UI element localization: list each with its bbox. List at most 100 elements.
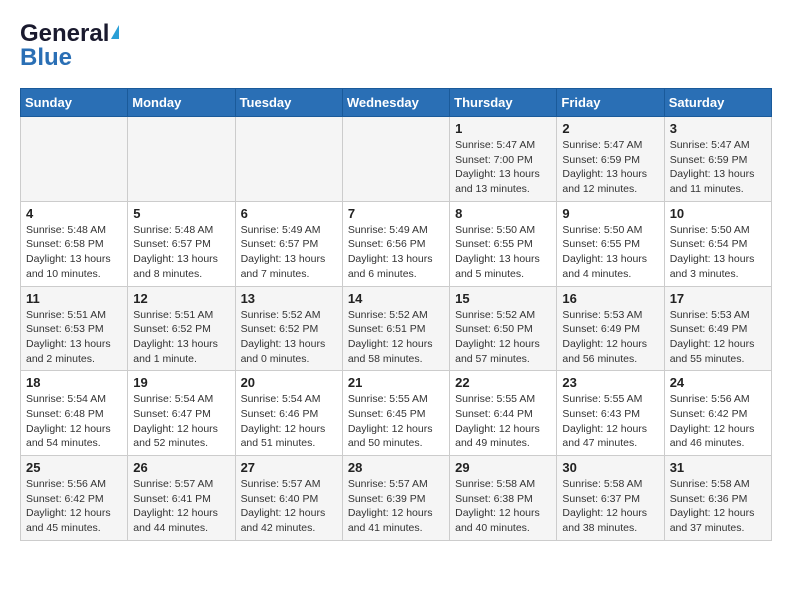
day-number: 10 [670,206,766,221]
day-info: Sunrise: 5:51 AM Sunset: 6:52 PM Dayligh… [133,308,229,367]
calendar-week-row: 11 Sunrise: 5:51 AM Sunset: 6:53 PM Dayli… [21,286,772,371]
day-number: 22 [455,375,551,390]
day-info: Sunrise: 5:47 AM Sunset: 6:59 PM Dayligh… [670,138,766,197]
day-info: Sunrise: 5:57 AM Sunset: 6:40 PM Dayligh… [241,477,337,536]
day-info: Sunrise: 5:47 AM Sunset: 7:00 PM Dayligh… [455,138,551,197]
day-info: Sunrise: 5:54 AM Sunset: 6:47 PM Dayligh… [133,392,229,451]
day-number: 31 [670,460,766,475]
day-number: 13 [241,291,337,306]
weekday-header: Monday [128,89,235,117]
day-number: 18 [26,375,122,390]
day-info: Sunrise: 5:49 AM Sunset: 6:57 PM Dayligh… [241,223,337,282]
day-number: 27 [241,460,337,475]
calendar-cell [21,117,128,202]
calendar-cell [128,117,235,202]
calendar-cell: 16Sunrise: 5:53 AM Sunset: 6:49 PM Dayli… [557,286,664,371]
calendar-cell: 18 Sunrise: 5:54 AM Sunset: 6:48 PM Dayli… [21,371,128,456]
day-number: 11 [26,291,122,306]
calendar-week-row: 18 Sunrise: 5:54 AM Sunset: 6:48 PM Dayli… [21,371,772,456]
calendar-cell: 2 Sunrise: 5:47 AM Sunset: 6:59 PM Daylig… [557,117,664,202]
day-info: Sunrise: 5:57 AM Sunset: 6:41 PM Dayligh… [133,477,229,536]
day-info: Sunrise: 5:54 AM Sunset: 6:48 PM Dayligh… [26,392,122,451]
day-info: Sunrise: 5:58 AM Sunset: 6:38 PM Dayligh… [455,477,551,536]
logo: General Blue [20,20,119,72]
calendar-cell: 5 Sunrise: 5:48 AM Sunset: 6:57 PM Daylig… [128,201,235,286]
day-number: 14 [348,291,444,306]
calendar-cell [342,117,449,202]
calendar-cell: 7 Sunrise: 5:49 AM Sunset: 6:56 PM Daylig… [342,201,449,286]
calendar-cell: 27 Sunrise: 5:57 AM Sunset: 6:40 PM Dayli… [235,456,342,541]
calendar-table: SundayMondayTuesdayWednesdayThursdayFrid… [20,88,772,541]
calendar-cell: 28 Sunrise: 5:57 AM Sunset: 6:39 PM Dayli… [342,456,449,541]
day-number: 28 [348,460,444,475]
day-number: 4 [26,206,122,221]
day-number: 3 [670,121,766,136]
calendar-cell: 8 Sunrise: 5:50 AM Sunset: 6:55 PM Daylig… [450,201,557,286]
day-number: 21 [348,375,444,390]
calendar-cell: 9 Sunrise: 5:50 AM Sunset: 6:55 PM Daylig… [557,201,664,286]
day-number: 2 [562,121,658,136]
calendar-week-row: 4 Sunrise: 5:48 AM Sunset: 6:58 PM Daylig… [21,201,772,286]
calendar-cell: 31 Sunrise: 5:58 AM Sunset: 6:36 PM Dayli… [664,456,771,541]
day-info: Sunrise: 5:55 AM Sunset: 6:43 PM Dayligh… [562,392,658,451]
day-info: Sunrise: 5:58 AM Sunset: 6:36 PM Dayligh… [670,477,766,536]
calendar-cell: 29 Sunrise: 5:58 AM Sunset: 6:38 PM Dayli… [450,456,557,541]
day-number: 17 [670,291,766,306]
day-info: Sunrise: 5:48 AM Sunset: 6:57 PM Dayligh… [133,223,229,282]
calendar-cell: 25Sunrise: 5:56 AM Sunset: 6:42 PM Dayli… [21,456,128,541]
day-number: 20 [241,375,337,390]
weekday-header: Friday [557,89,664,117]
day-number: 24 [670,375,766,390]
calendar-cell: 3 Sunrise: 5:47 AM Sunset: 6:59 PM Daylig… [664,117,771,202]
day-info: Sunrise: 5:50 AM Sunset: 6:55 PM Dayligh… [455,223,551,282]
day-info: Sunrise: 5:51 AM Sunset: 6:53 PM Dayligh… [26,308,122,367]
calendar-cell: 4 Sunrise: 5:48 AM Sunset: 6:58 PM Daylig… [21,201,128,286]
calendar-cell: 23Sunrise: 5:55 AM Sunset: 6:43 PM Dayli… [557,371,664,456]
calendar-cell: 22 Sunrise: 5:55 AM Sunset: 6:44 PM Dayli… [450,371,557,456]
logo-arrow-icon [111,25,119,39]
day-number: 26 [133,460,229,475]
day-number: 1 [455,121,551,136]
calendar-week-row: 1 Sunrise: 5:47 AM Sunset: 7:00 PM Daylig… [21,117,772,202]
day-number: 7 [348,206,444,221]
day-info: Sunrise: 5:52 AM Sunset: 6:51 PM Dayligh… [348,308,444,367]
calendar-cell: 6 Sunrise: 5:49 AM Sunset: 6:57 PM Daylig… [235,201,342,286]
day-info: Sunrise: 5:57 AM Sunset: 6:39 PM Dayligh… [348,477,444,536]
day-info: Sunrise: 5:50 AM Sunset: 6:55 PM Dayligh… [562,223,658,282]
day-number: 5 [133,206,229,221]
day-info: Sunrise: 5:49 AM Sunset: 6:56 PM Dayligh… [348,223,444,282]
calendar-cell: 14 Sunrise: 5:52 AM Sunset: 6:51 PM Dayli… [342,286,449,371]
weekday-header: Sunday [21,89,128,117]
weekday-header: Saturday [664,89,771,117]
calendar-cell: 13 Sunrise: 5:52 AM Sunset: 6:52 PM Dayli… [235,286,342,371]
day-info: Sunrise: 5:52 AM Sunset: 6:52 PM Dayligh… [241,308,337,367]
day-info: Sunrise: 5:56 AM Sunset: 6:42 PM Dayligh… [26,477,122,536]
calendar-cell: 10Sunrise: 5:50 AM Sunset: 6:54 PM Dayli… [664,201,771,286]
day-number: 29 [455,460,551,475]
logo-blue: Blue [20,44,72,72]
day-info: Sunrise: 5:54 AM Sunset: 6:46 PM Dayligh… [241,392,337,451]
calendar-cell: 19 Sunrise: 5:54 AM Sunset: 6:47 PM Dayli… [128,371,235,456]
weekday-header: Thursday [450,89,557,117]
calendar-cell: 12Sunrise: 5:51 AM Sunset: 6:52 PM Dayli… [128,286,235,371]
day-number: 6 [241,206,337,221]
day-number: 9 [562,206,658,221]
calendar-header: SundayMondayTuesdayWednesdayThursdayFrid… [21,89,772,117]
calendar-cell: 1 Sunrise: 5:47 AM Sunset: 7:00 PM Daylig… [450,117,557,202]
header: General Blue [20,20,772,72]
calendar-body: 1 Sunrise: 5:47 AM Sunset: 7:00 PM Daylig… [21,117,772,541]
header-row: SundayMondayTuesdayWednesdayThursdayFrid… [21,89,772,117]
day-info: Sunrise: 5:48 AM Sunset: 6:58 PM Dayligh… [26,223,122,282]
day-number: 8 [455,206,551,221]
day-info: Sunrise: 5:56 AM Sunset: 6:42 PM Dayligh… [670,392,766,451]
weekday-header: Wednesday [342,89,449,117]
calendar-cell: 26 Sunrise: 5:57 AM Sunset: 6:41 PM Dayli… [128,456,235,541]
day-info: Sunrise: 5:47 AM Sunset: 6:59 PM Dayligh… [562,138,658,197]
day-number: 19 [133,375,229,390]
day-info: Sunrise: 5:53 AM Sunset: 6:49 PM Dayligh… [670,308,766,367]
calendar-cell: 21Sunrise: 5:55 AM Sunset: 6:45 PM Dayli… [342,371,449,456]
calendar-cell: 11 Sunrise: 5:51 AM Sunset: 6:53 PM Dayli… [21,286,128,371]
calendar-cell: 24 Sunrise: 5:56 AM Sunset: 6:42 PM Dayli… [664,371,771,456]
day-info: Sunrise: 5:53 AM Sunset: 6:49 PM Dayligh… [562,308,658,367]
day-info: Sunrise: 5:55 AM Sunset: 6:44 PM Dayligh… [455,392,551,451]
